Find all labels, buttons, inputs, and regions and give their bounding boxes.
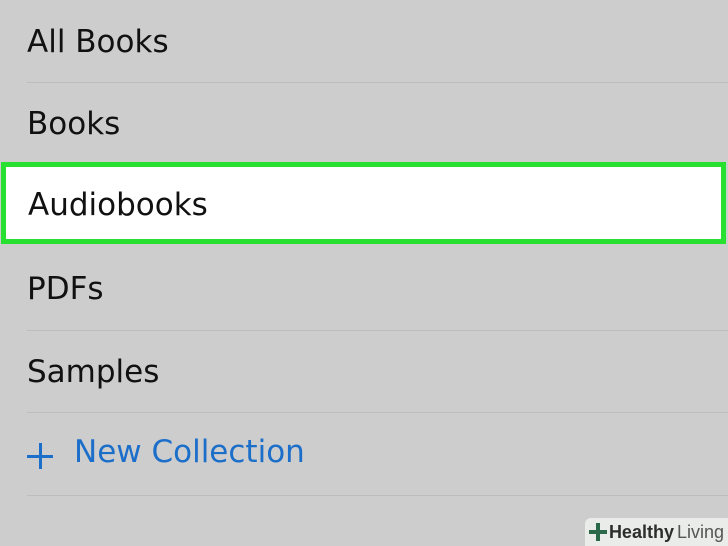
plus-icon[interactable]	[27, 443, 53, 469]
watermark: Healthy Living	[584, 518, 728, 546]
collection-item-label: Books	[27, 106, 121, 142]
collection-item-label: All Books	[27, 24, 169, 60]
collection-item-pdfs[interactable]: PDFs	[0, 248, 728, 330]
new-collection-label[interactable]: New Collection	[74, 434, 305, 470]
collection-item-label: PDFs	[27, 271, 104, 307]
cross-logo-icon	[588, 523, 607, 541]
watermark-brand-light: Living	[676, 521, 724, 542]
collection-item-label: Audiobooks	[28, 187, 208, 223]
collection-item-books[interactable]: Books	[0, 83, 728, 163]
collection-item-audiobooks[interactable]: Audiobooks	[1, 162, 726, 244]
collection-item-samples[interactable]: Samples	[0, 331, 728, 413]
watermark-brand-bold: Healthy	[608, 521, 674, 542]
divider	[27, 495, 728, 496]
collection-item-all-books[interactable]: All Books	[0, 0, 728, 82]
collection-item-label: Samples	[27, 354, 160, 390]
